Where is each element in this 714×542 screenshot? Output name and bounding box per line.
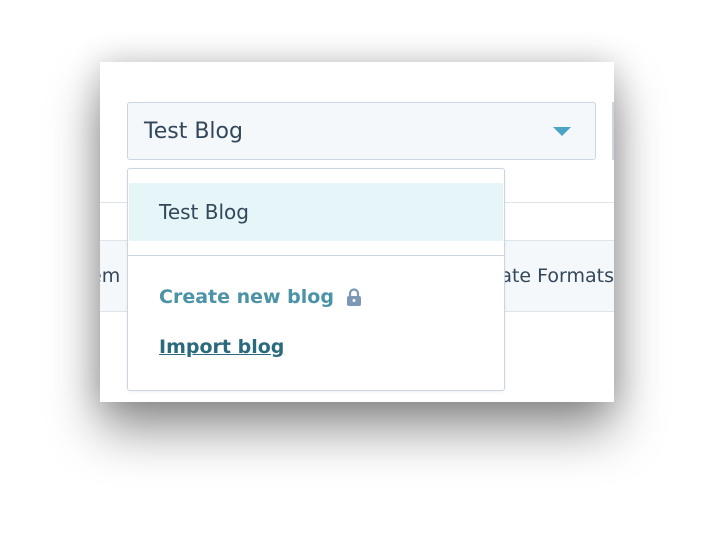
import-blog-link[interactable]: Import blog [159, 336, 284, 358]
create-new-blog-link[interactable]: Create new blog [159, 286, 362, 308]
blog-settings-panel: Test Blog em ate Formats Test Blog Creat… [100, 62, 614, 402]
caret-down-icon[interactable] [553, 127, 571, 136]
blog-dropdown-menu: Test Blog Create new blog Import blog [127, 168, 505, 391]
tab-date-formats[interactable]: ate Formats [500, 265, 614, 287]
tab-templates[interactable]: em [100, 265, 120, 287]
lock-icon [346, 288, 362, 306]
create-new-blog-label: Create new blog [159, 286, 334, 308]
blog-select-value: Test Blog [144, 119, 243, 144]
dropdown-option-test-blog[interactable]: Test Blog [129, 183, 503, 241]
blog-select[interactable]: Test Blog [127, 102, 596, 160]
adjacent-control-edge [612, 102, 614, 160]
dropdown-divider [128, 255, 504, 256]
dropdown-option-label: Test Blog [159, 200, 249, 224]
